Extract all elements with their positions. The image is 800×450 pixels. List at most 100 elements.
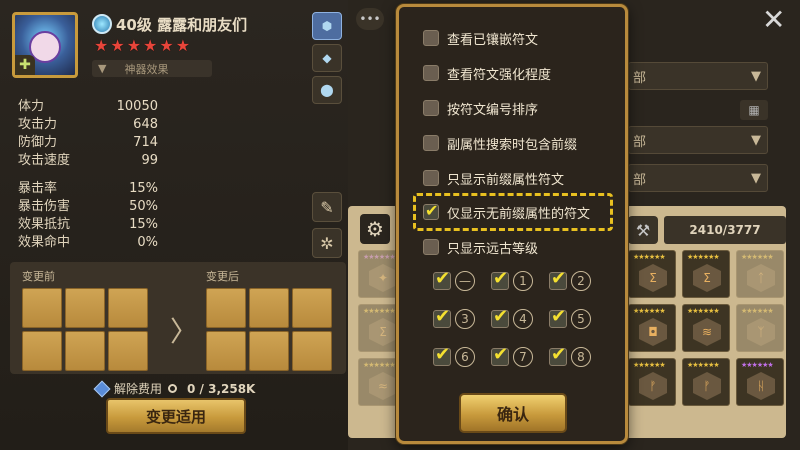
stat-row: 攻击速度 99 (18, 153, 158, 168)
rune-slot[interactable] (249, 288, 289, 328)
confirm-button[interactable]: 确认 (459, 393, 567, 433)
filter-option[interactable]: 查看符文强化程度 (423, 62, 551, 84)
rune-tile[interactable]: ★★★★★★Σ (682, 250, 730, 298)
checkbox[interactable] (423, 100, 439, 116)
checkbox[interactable] (423, 65, 439, 81)
before-label: 变更前 (22, 270, 55, 283)
gear-icon[interactable]: ⚙ (360, 214, 390, 244)
checkbox[interactable] (433, 268, 451, 290)
rune-slot[interactable] (249, 331, 289, 371)
slot-number: 2 (571, 271, 591, 291)
water-attribute-icon (92, 14, 112, 34)
rune-tile[interactable]: ★★★★★★ ≋ (682, 304, 730, 352)
chevron-down-icon: ▼ (751, 170, 761, 186)
stat-row: 暴击伤害 50% (18, 199, 158, 214)
grid-view-icon[interactable]: ▦ (740, 100, 768, 120)
rune-tile[interactable]: ★★★★★★ ᛉ (736, 304, 784, 352)
close-icon[interactable]: ✕ (762, 6, 785, 34)
rune-slot-filter-grid: — 1 2 3 4 5 6 7 8 (433, 268, 607, 367)
rune-management-screen: ✚ 40级 露露和朋友们 ★ ★ ★ ★ ★ ★ ▼ 神器效果 ⬢ ◆ ⬤ ✎ ✲ 体力 1… (0, 0, 800, 450)
option-label: 副属性搜索时包含前缀 (447, 137, 578, 153)
filter-option[interactable]: 只显示前缀属性符文 (423, 167, 564, 189)
option-label: 只显示前缀属性符文 (447, 172, 565, 188)
rune-tile[interactable]: ★★★★★★ᚠ (628, 358, 676, 406)
rune-slot[interactable] (22, 288, 62, 328)
chat-icon[interactable]: ••• (356, 8, 384, 30)
filter-option[interactable]: 按符文编号排序 (423, 97, 538, 119)
checkbox[interactable] (423, 170, 439, 186)
chevron-down-icon: ▼ (751, 68, 761, 84)
slot-filter-item[interactable]: 3 (433, 306, 491, 329)
rune-slot[interactable] (108, 331, 148, 371)
rune-settings-icon[interactable]: ✲ (312, 228, 342, 258)
edit-pencil-icon[interactable]: ✎ (312, 192, 342, 222)
checkbox[interactable] (423, 30, 439, 46)
slot-filter-item[interactable]: 7 (491, 344, 549, 367)
chevron-down-icon: ▼ (751, 132, 761, 148)
checkbox[interactable] (423, 239, 439, 255)
rune-slot[interactable] (22, 331, 62, 371)
artifact-effect-dropdown[interactable]: ▼ 神器效果 (92, 60, 212, 77)
rune-slot[interactable] (108, 288, 148, 328)
option-label: 查看已镶嵌符文 (447, 32, 539, 48)
stat-row: 攻击力 648 (18, 117, 158, 132)
checkbox[interactable] (423, 201, 439, 220)
slot-number: — (455, 271, 475, 291)
slot-filter-item[interactable]: 8 (549, 344, 607, 367)
checkbox[interactable] (549, 306, 567, 328)
filter-dropdown-2[interactable]: 部 ▼ (628, 126, 768, 154)
rune-tab-icon[interactable]: ⬢ (312, 12, 342, 40)
rune-tile[interactable]: ★★★★★★ ᛏ (736, 250, 784, 298)
stat-row: 体力 10050 (18, 99, 158, 114)
fee-value: 0 / 3,258K (187, 381, 256, 396)
rune-slot[interactable] (65, 288, 105, 328)
slot-number: 7 (513, 347, 533, 367)
filter-option[interactable]: 副属性搜索时包含前缀 (423, 132, 577, 154)
slot-filter-item[interactable]: 6 (433, 344, 491, 367)
checkbox[interactable] (491, 268, 509, 290)
coin-icon (168, 384, 178, 393)
rune-tile[interactable]: ★★★★★★ᚠ (682, 358, 730, 406)
star-icon: ★ (110, 36, 125, 55)
checkbox[interactable] (549, 344, 567, 366)
rune-tile[interactable]: ★★★★★★Σ (628, 250, 676, 298)
gem-tab-icon[interactable]: ◆ (312, 44, 342, 72)
star-rating: ★ ★ ★ ★ ★ ★ (94, 38, 190, 54)
slot-filter-item[interactable]: 5 (549, 306, 607, 329)
filter-option[interactable]: 只显示远古等级 (423, 236, 538, 258)
star-icon: ★ (159, 36, 174, 55)
crystal-icon (93, 380, 111, 397)
checkbox[interactable] (549, 268, 567, 290)
checkbox[interactable] (491, 306, 509, 328)
slot-filter-item[interactable]: 4 (491, 306, 549, 329)
checkbox[interactable] (433, 344, 451, 366)
slot-number: 8 (571, 347, 591, 367)
rune-slot[interactable] (65, 331, 105, 371)
rune-slot[interactable] (292, 331, 332, 371)
checkbox[interactable] (423, 135, 439, 151)
artifact-tab-icon[interactable]: ⬤ (312, 76, 342, 104)
stat-row: 防御力 714 (18, 135, 158, 150)
slot-filter-item[interactable]: — (433, 268, 491, 291)
rune-slot[interactable] (206, 288, 246, 328)
side-tab-group: ⬢ ◆ ⬤ (312, 12, 342, 104)
stat-row: 效果命中 0% (18, 235, 158, 250)
rune-slot[interactable] (206, 331, 246, 371)
filter-dropdown-3[interactable]: 部 ▼ (628, 164, 768, 192)
monster-panel: ✚ 40级 露露和朋友们 ★ ★ ★ ★ ★ ★ ▼ 神器效果 ⬢ ◆ ⬤ ✎ ✲ 体力 1… (0, 0, 348, 450)
slot-number: 5 (571, 309, 591, 329)
slot-filter-item[interactable]: 2 (549, 268, 607, 291)
monster-portrait[interactable]: ✚ (12, 12, 78, 78)
star-icon: ★ (94, 36, 109, 55)
checkbox[interactable] (491, 344, 509, 366)
filter-dropdown-1[interactable]: 部 ▼ (628, 62, 768, 90)
rune-tile[interactable]: ★★★★★★ ◘ (628, 304, 676, 352)
checkbox[interactable] (433, 306, 451, 328)
apply-change-button[interactable]: 变更适用 (106, 398, 246, 434)
rune-slot[interactable] (292, 288, 332, 328)
filter-option[interactable]: 仅显示无前缀属性的符文 (423, 201, 590, 223)
hammer-icon[interactable]: ⚒ (628, 216, 658, 244)
rune-tile[interactable]: ★★★★★★ ᚺ (736, 358, 784, 406)
filter-option[interactable]: 查看已镶嵌符文 (423, 27, 538, 49)
slot-filter-item[interactable]: 1 (491, 268, 549, 291)
